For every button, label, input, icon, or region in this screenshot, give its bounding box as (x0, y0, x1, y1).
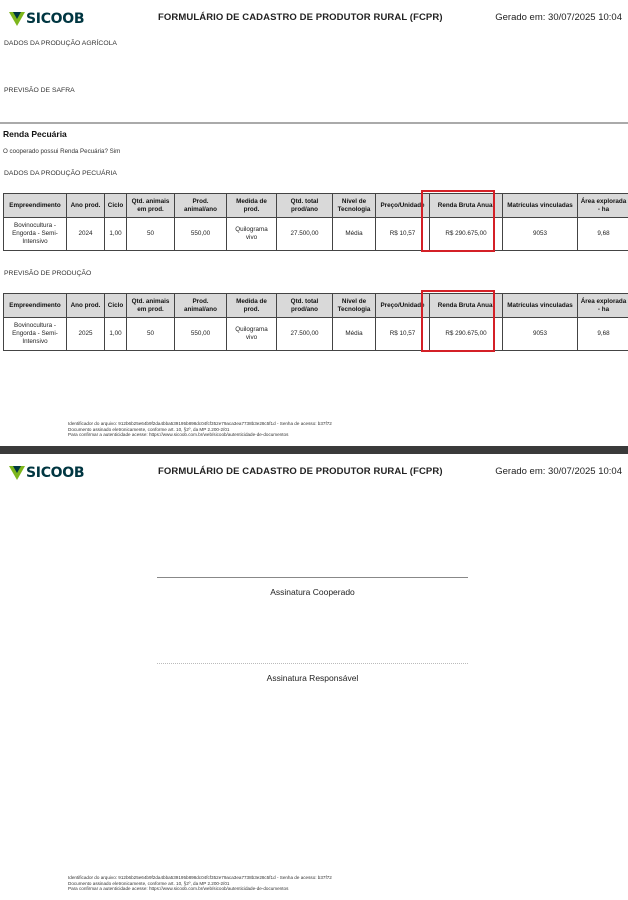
table-cell: R$ 290.675,00 (429, 217, 503, 251)
table-cell: 9053 (502, 317, 578, 351)
table-header-row: Empreendimento Ano prod. Ciclo Qtd. anim… (3, 193, 628, 218)
col-header: Prod. animal/ano (174, 293, 227, 318)
table-cell: Média (332, 317, 376, 351)
col-header: Qtd. animais em prod. (126, 193, 175, 218)
table-cell: 9,68 (577, 217, 628, 251)
forecast-section-label: PREVISÃO DE PRODUÇÃO (4, 270, 92, 277)
table-cell: 1,00 (104, 317, 127, 351)
col-header: Nível de Tecnologia (332, 293, 376, 318)
sicoob-logo: SICOOB (9, 11, 85, 27)
document-footer: Identificador do arquivo: 912b6b25e64b9f… (68, 421, 332, 438)
table-header-row: Empreendimento Ano prod. Ciclo Qtd. anim… (3, 293, 628, 318)
footer-auth-link[interactable]: Para confirmar a autenticidade acesse: h… (68, 432, 332, 438)
signature-line-responsavel (157, 663, 468, 664)
livestock-production-table: Empreendimento Ano prod. Ciclo Qtd. anim… (3, 193, 628, 251)
table-cell: Quilograma vivo (226, 317, 277, 351)
table-cell: R$ 10,57 (375, 217, 430, 251)
table-row: Bovinocultura - Engorda - Semi-Intensivo… (3, 217, 628, 251)
table-cell: R$ 290.675,00 (429, 317, 503, 351)
col-header: Empreendimento (3, 193, 67, 218)
signature-line-cooperado (157, 577, 468, 578)
col-header: Ano prod. (66, 293, 105, 318)
document-page-2: SICOOB FORMULÁRIO DE CADASTRO DE PRODUTO… (0, 454, 628, 900)
livestock-question: O cooperado possui Renda Pecuária? Sim (3, 148, 121, 155)
col-header: Nível de Tecnologia (332, 193, 376, 218)
brand-name: SICOOB (26, 465, 85, 481)
agri-section-label: DADOS DA PRODUÇÃO AGRÍCOLA (4, 40, 117, 47)
col-header: Matrículas vinculadas (502, 293, 578, 318)
col-header: Ciclo (104, 193, 127, 218)
signature-label-responsavel: Assinatura Responsável (266, 673, 359, 683)
livestock-title: Renda Pecuária (3, 129, 67, 139)
sicoob-logo-icon (9, 12, 25, 26)
page-header: SICOOB FORMULÁRIO DE CADASTRO DE PRODUTO… (0, 8, 628, 30)
col-header: Área explorada - ha (577, 193, 628, 218)
table-cell: 50 (126, 217, 175, 251)
col-header: Área explorada - ha (577, 293, 628, 318)
col-header: Ciclo (104, 293, 127, 318)
sicoob-logo-icon (9, 466, 25, 480)
col-header: Medida de prod. (226, 293, 277, 318)
section-divider (0, 122, 628, 124)
table-cell: 27.500,00 (276, 317, 333, 351)
footer-file-id: Identificador do arquivo: 912b6b25e64b9f… (68, 875, 332, 880)
page-separator (0, 446, 628, 454)
col-header: Matrículas vinculadas (502, 193, 578, 218)
table-cell: 9,68 (577, 317, 628, 351)
col-header: Ano prod. (66, 193, 105, 218)
col-header: Preço/Unidade (375, 293, 430, 318)
livestock-section-label: DADOS DA PRODUÇÃO PECUÁRIA (4, 170, 117, 177)
signature-label-cooperado: Assinatura Cooperado (270, 587, 355, 597)
table-row: Bovinocultura - Engorda - Semi-Intensivo… (3, 317, 628, 351)
table-cell: 27.500,00 (276, 217, 333, 251)
table-cell: 50 (126, 317, 175, 351)
col-header: Qtd. total prod/ano (276, 193, 333, 218)
col-header: Empreendimento (3, 293, 67, 318)
table-cell: R$ 10,57 (375, 317, 430, 351)
table-cell: Bovinocultura - Engorda - Semi-Intensivo (3, 217, 67, 251)
col-header: Prod. animal/ano (174, 193, 227, 218)
table-cell: 550,00 (174, 217, 227, 251)
col-header: Qtd. total prod/ano (276, 293, 333, 318)
table-cell: 9053 (502, 217, 578, 251)
table-cell: 1,00 (104, 217, 127, 251)
table-cell: Bovinocultura - Engorda - Semi-Intensivo (3, 317, 67, 351)
document-page-1: SICOOB FORMULÁRIO DE CADASTRO DE PRODUTO… (0, 0, 628, 446)
generated-date: Gerado em: 30/07/2025 10:04 (495, 466, 622, 477)
harvest-section-label: PREVISÃO DE SAFRA (4, 87, 75, 94)
table-cell: Média (332, 217, 376, 251)
form-title: FORMULÁRIO DE CADASTRO DE PRODUTOR RURAL… (158, 466, 443, 477)
production-forecast-table: Empreendimento Ano prod. Ciclo Qtd. anim… (3, 293, 628, 351)
brand-name: SICOOB (26, 11, 85, 27)
sicoob-logo: SICOOB (9, 465, 85, 481)
generated-date: Gerado em: 30/07/2025 10:04 (495, 12, 622, 23)
col-header: Medida de prod. (226, 193, 277, 218)
col-header: Preço/Unidade (375, 193, 430, 218)
footer-auth-link[interactable]: Para confirmar a autenticidade acesse: h… (68, 886, 332, 892)
table-cell: Quilograma vivo (226, 217, 277, 251)
footer-file-id: Identificador do arquivo: 912b6b25e64b9f… (68, 421, 332, 426)
col-header: Renda Bruta Anual (429, 193, 503, 218)
table-cell: 550,00 (174, 317, 227, 351)
col-header: Renda Bruta Anual (429, 293, 503, 318)
table-cell: 2024 (66, 217, 105, 251)
col-header: Qtd. animais em prod. (126, 293, 175, 318)
page-header: SICOOB FORMULÁRIO DE CADASTRO DE PRODUTO… (0, 462, 628, 484)
form-title: FORMULÁRIO DE CADASTRO DE PRODUTOR RURAL… (158, 12, 443, 23)
table-cell: 2025 (66, 317, 105, 351)
document-footer: Identificador do arquivo: 912b6b25e64b9f… (68, 875, 332, 892)
